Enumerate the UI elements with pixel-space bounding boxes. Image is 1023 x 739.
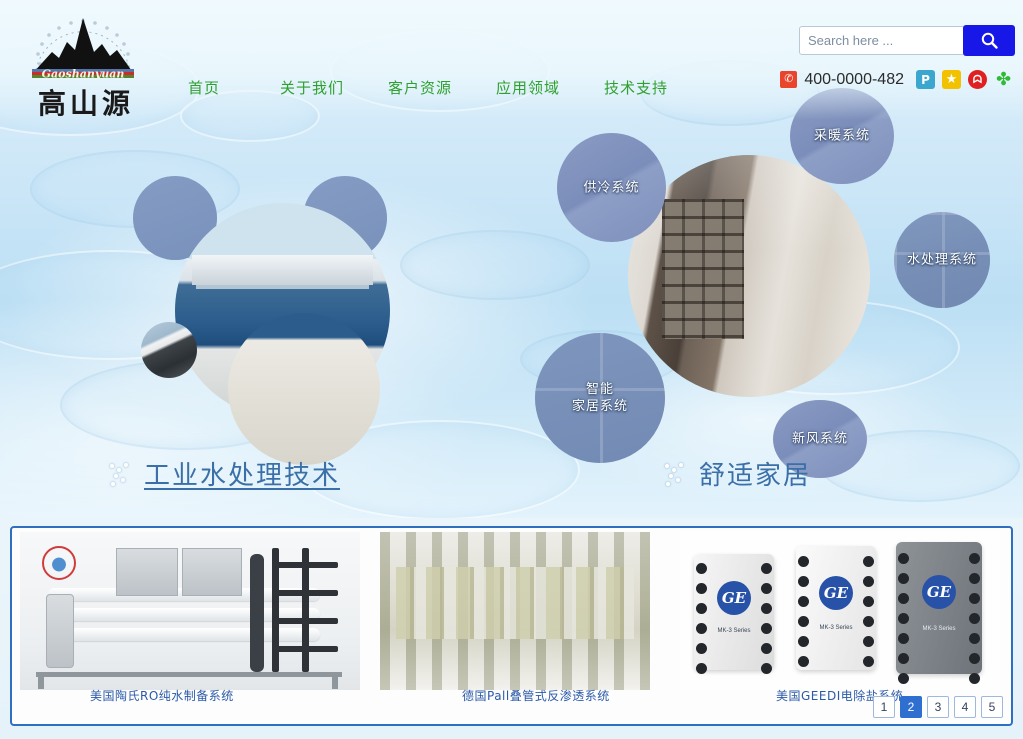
carousel-page-1[interactable]: 1 bbox=[873, 696, 895, 718]
favorite-star-icon[interactable]: ★ bbox=[942, 70, 961, 89]
bubble-smart-home-system[interactable]: 智能 家居系统 bbox=[535, 333, 665, 463]
hero-headline-industrial[interactable]: 工业水处理技术 bbox=[110, 455, 340, 492]
carousel-page-2[interactable]: 2 bbox=[900, 696, 922, 718]
carousel-pagination: 1 2 3 4 5 bbox=[873, 696, 1003, 718]
carousel-page-3[interactable]: 3 bbox=[927, 696, 949, 718]
hero-headline-industrial-text: 工业水处理技术 bbox=[144, 461, 341, 491]
slide-pall-ro-system[interactable]: 德国Pall叠管式反渗透系统 bbox=[380, 532, 650, 703]
ge-module-2: GE MK-3 Series bbox=[796, 546, 876, 670]
product-image-ro-unit bbox=[20, 532, 360, 690]
nav-item-customer[interactable]: 客户资源 bbox=[366, 77, 474, 98]
logo-chinese-name: 高山源 bbox=[37, 87, 134, 120]
certification-stamp-icon bbox=[42, 546, 76, 580]
ge-logo-icon-2: GE bbox=[819, 576, 853, 611]
product-carousel: 美国陶氏RO纯水制备系统 德国Pall叠管式反渗透系统 GE MK-3 Seri… bbox=[10, 526, 1013, 726]
ge-module-1: GE MK-3 Series bbox=[694, 554, 774, 675]
nav-item-field[interactable]: 应用领域 bbox=[474, 77, 582, 98]
contact-row: ✆ 400-0000-482 P ★ ᗣ ✤ bbox=[780, 70, 1013, 89]
mountain-logo-icon: Gaoshanyuan bbox=[32, 18, 134, 81]
douban-icon[interactable]: P bbox=[916, 70, 935, 89]
product-carousel-section: 美国陶氏RO纯水制备系统 德国Pall叠管式反渗透系统 GE MK-3 Seri… bbox=[0, 518, 1023, 739]
weibo-icon[interactable]: ᗣ bbox=[968, 70, 987, 89]
carousel-page-4[interactable]: 4 bbox=[954, 696, 976, 718]
search-icon bbox=[981, 32, 998, 49]
nav-item-support[interactable]: 技术支持 bbox=[582, 77, 690, 98]
hero-photo-dam bbox=[228, 313, 380, 465]
slide-dow-ro-system[interactable]: 美国陶氏RO纯水制备系统 bbox=[20, 532, 360, 703]
nav-item-about[interactable]: 关于我们 bbox=[258, 77, 366, 98]
site-logo[interactable]: Gaoshanyuan 高山源 bbox=[18, 8, 148, 120]
search-input[interactable] bbox=[799, 26, 965, 55]
search-button[interactable] bbox=[963, 25, 1015, 56]
ge-logo-icon: GE bbox=[717, 581, 751, 616]
phone-icon: ✆ bbox=[780, 71, 798, 88]
ge-logo-icon-3: GE bbox=[922, 575, 956, 610]
slide-dow-ro-system-caption: 美国陶氏RO纯水制备系统 bbox=[90, 689, 234, 703]
product-image-ge-edi: GE MK-3 Series GE MK-3 Series GE MK-3 Se… bbox=[680, 532, 1000, 690]
dots-marker-icon-2 bbox=[665, 461, 687, 487]
hero-headline-home[interactable]: 舒适家居 bbox=[665, 455, 811, 492]
bubble-cooling-system[interactable]: 供冷系统 bbox=[557, 133, 666, 242]
dots-marker-icon bbox=[110, 461, 132, 487]
svg-text:Gaoshanyuan: Gaoshanyuan bbox=[42, 68, 125, 81]
nav-item-home[interactable]: 首页 bbox=[150, 77, 258, 98]
site-header: Gaoshanyuan 高山源 首页 关于我们 客户资源 应用领域 技术支持 ✆… bbox=[0, 0, 1023, 120]
hero-headline-home-text: 舒适家居 bbox=[699, 461, 812, 491]
clover-icon[interactable]: ✤ bbox=[994, 70, 1013, 89]
ge-module-3: GE MK-3 Series bbox=[896, 542, 982, 684]
hero-photo-road bbox=[141, 322, 197, 378]
product-image-pall-plant bbox=[380, 532, 650, 690]
phone-number: 400-0000-482 bbox=[804, 70, 904, 88]
carousel-page-5[interactable]: 5 bbox=[981, 696, 1003, 718]
slide-pall-ro-system-caption: 德国Pall叠管式反渗透系统 bbox=[462, 689, 610, 703]
main-nav: 首页 关于我们 客户资源 应用领域 技术支持 bbox=[150, 72, 770, 102]
bubble-water-treatment-system[interactable]: 水处理系统 bbox=[894, 212, 990, 308]
page-root: 供冷系统 采暖系统 水处理系统 智能 家居系统 新风系统 工业水处理技术 舒适家… bbox=[0, 0, 1023, 739]
slide-ge-edi-system[interactable]: GE MK-3 Series GE MK-3 Series GE MK-3 Se… bbox=[680, 532, 1000, 703]
